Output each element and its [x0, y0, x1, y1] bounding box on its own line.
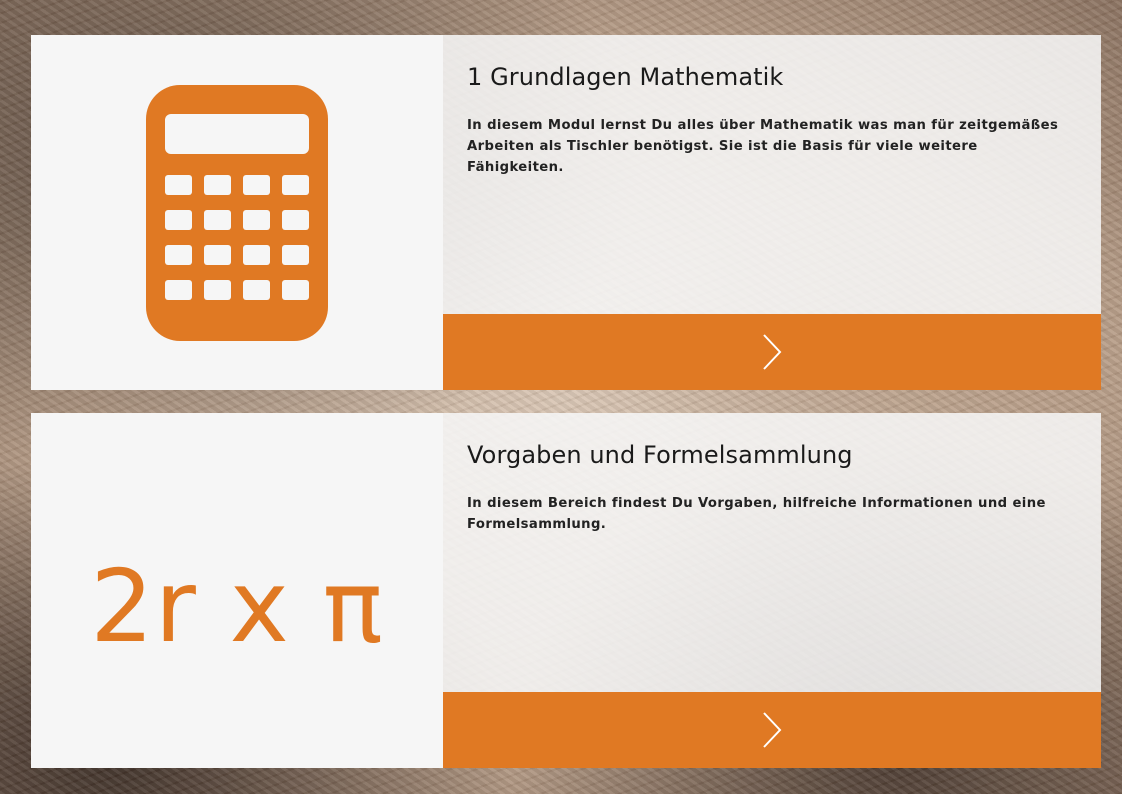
chevron-right-icon: [763, 334, 782, 370]
card-title: Vorgaben und Formelsammlung: [467, 441, 853, 469]
card-image-panel: [31, 35, 443, 390]
card-title: 1 Grundlagen Mathematik: [467, 63, 784, 91]
open-module-button[interactable]: [443, 314, 1101, 390]
calculator-icon: [146, 84, 328, 341]
card-image-panel: 2r x π: [31, 413, 443, 768]
module-card-grundlagen-mathematik: 1 Grundlagen Mathematik In diesem Modul …: [31, 35, 1101, 390]
card-content: Vorgaben und Formelsammlung In diesem Be…: [443, 413, 1101, 692]
card-description: In diesem Modul lernst Du alles über Mat…: [467, 118, 1059, 175]
formula-icon: 2r x π: [90, 548, 384, 665]
card-content: 1 Grundlagen Mathematik In diesem Modul …: [443, 35, 1101, 314]
open-section-button[interactable]: [443, 692, 1101, 768]
card-description: In diesem Bereich findest Du Vorgaben, h…: [467, 496, 1046, 532]
card-text-panel: 1 Grundlagen Mathematik In diesem Modul …: [443, 35, 1101, 390]
module-card-vorgaben-formelsammlung: 2r x π Vorgaben und Formelsammlung In di…: [31, 413, 1101, 768]
card-text-panel: Vorgaben und Formelsammlung In diesem Be…: [443, 413, 1101, 768]
chevron-right-icon: [763, 712, 782, 748]
